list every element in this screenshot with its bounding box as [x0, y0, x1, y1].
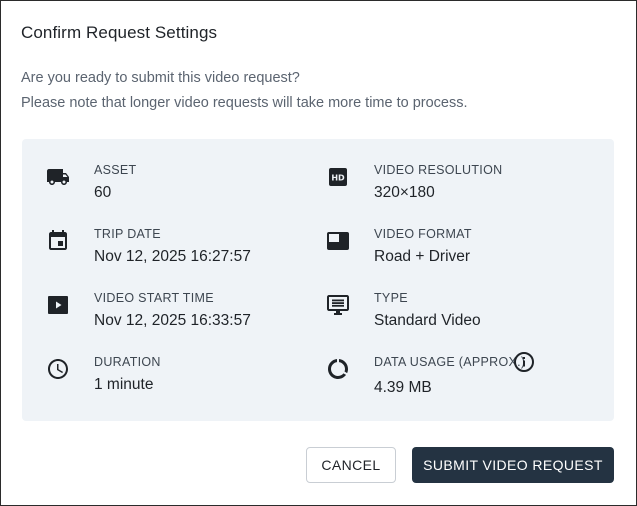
monitor-list-icon: [326, 293, 350, 317]
detail-data-usage: DATA USAGE (APPROX.) 4.39 MB: [326, 352, 606, 405]
confirm-request-dialog: Confirm Request Settings Are you ready t…: [0, 0, 637, 506]
video-format-value: Road + Driver: [374, 248, 471, 265]
calendar-icon: [46, 229, 70, 253]
cancel-button[interactable]: CANCEL: [306, 447, 396, 483]
duration-label: DURATION: [94, 355, 161, 369]
video-format-label: VIDEO FORMAT: [374, 227, 472, 241]
clock-icon: [46, 357, 70, 381]
video-start-time-label: VIDEO START TIME: [94, 291, 214, 305]
video-resolution-label: VIDEO RESOLUTION: [374, 163, 503, 177]
play-icon: [46, 293, 70, 317]
asset-value: 60: [94, 184, 112, 201]
data-usage-label: DATA USAGE (APPROX.): [374, 355, 526, 369]
detail-video-format: VIDEO FORMAT Road + Driver: [326, 227, 606, 277]
detail-video-resolution: HD VIDEO RESOLUTION 320×180: [326, 163, 606, 213]
video-start-time-value: Nov 12, 2025 16:33:57: [94, 312, 251, 329]
detail-duration: DURATION 1 minute: [46, 355, 326, 405]
dialog-title: Confirm Request Settings: [21, 23, 218, 42]
detail-trip-date: TRIP DATE Nov 12, 2025 16:27:57: [46, 227, 326, 277]
truck-icon: [46, 165, 70, 189]
request-details-panel: ASSET 60 TRIP DATE Nov 12, 2025 16:27:57…: [22, 139, 614, 421]
duration-value: 1 minute: [94, 376, 154, 393]
detail-type: TYPE Standard Video: [326, 291, 606, 341]
svg-text:HD: HD: [331, 174, 345, 183]
dialog-description-line-1: Are you ready to submit this video reque…: [21, 70, 300, 86]
picture-in-picture-icon: [326, 229, 350, 253]
trip-date-label: TRIP DATE: [94, 227, 161, 241]
asset-label: ASSET: [94, 163, 137, 177]
detail-video-start-time: VIDEO START TIME Nov 12, 2025 16:33:57: [46, 291, 326, 341]
info-icon[interactable]: [512, 350, 536, 374]
detail-asset: ASSET 60: [46, 163, 326, 213]
video-resolution-value: 320×180: [374, 184, 435, 201]
data-usage-value: 4.39 MB: [374, 379, 432, 396]
type-value: Standard Video: [374, 312, 481, 329]
hd-icon: HD: [326, 165, 350, 189]
submit-video-request-button[interactable]: SUBMIT VIDEO REQUEST: [412, 447, 614, 483]
dialog-description-line-2: Please note that longer video requests w…: [21, 95, 468, 111]
donut-icon: [326, 357, 350, 381]
type-label: TYPE: [374, 291, 408, 305]
trip-date-value: Nov 12, 2025 16:27:57: [94, 248, 251, 265]
